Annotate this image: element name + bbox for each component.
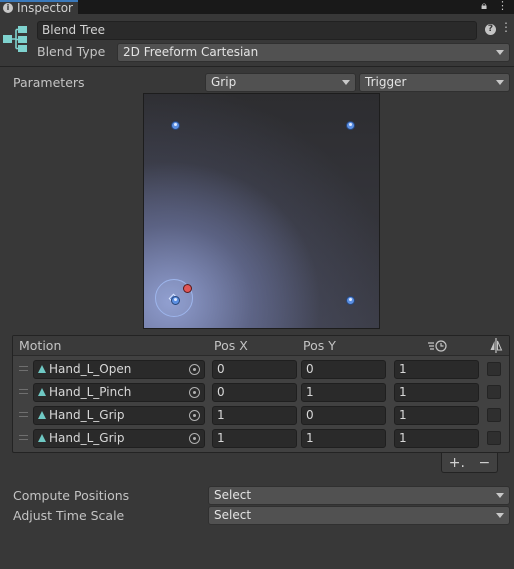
tab-tools: 🔒︎ ⋮ bbox=[481, 0, 508, 13]
parameter-y-value: Trigger bbox=[365, 75, 407, 89]
list-footer: +. − bbox=[441, 453, 498, 473]
blend-tree-name-field[interactable]: Blend Tree bbox=[37, 21, 477, 40]
blend-tree-icon bbox=[3, 26, 27, 52]
header-pos-y: Pos Y bbox=[303, 338, 336, 353]
pos-y-field[interactable]: 1 bbox=[301, 383, 386, 402]
motion-row[interactable]: Hand_L_Grip 1 0 1 bbox=[13, 404, 509, 427]
motion-row[interactable]: Hand_L_Pinch 0 1 1 bbox=[13, 381, 509, 404]
tab-inspector[interactable]: i Inspector bbox=[0, 0, 78, 14]
parameter-x-value: Grip bbox=[211, 75, 237, 89]
motion-field[interactable]: Hand_L_Pinch bbox=[33, 383, 205, 402]
active-sample-dot bbox=[183, 284, 192, 293]
tab-title: Inspector bbox=[17, 1, 73, 15]
parameter-y-dropdown[interactable]: Trigger bbox=[359, 73, 510, 92]
mirror-checkbox[interactable] bbox=[487, 431, 501, 445]
animation-clip-icon bbox=[38, 388, 46, 396]
object-picker-icon[interactable] bbox=[189, 433, 200, 444]
blend-graph[interactable] bbox=[143, 93, 380, 329]
parameter-x-dropdown[interactable]: Grip bbox=[205, 73, 356, 92]
adjust-time-scale-label: Adjust Time Scale bbox=[13, 508, 125, 523]
chevron-down-icon bbox=[496, 80, 504, 85]
adjust-time-scale-value: Select bbox=[214, 508, 252, 522]
drag-handle-icon[interactable] bbox=[19, 366, 28, 371]
divider bbox=[0, 66, 514, 67]
remove-motion-button[interactable]: − bbox=[478, 455, 490, 471]
motion-field[interactable]: Hand_L_Open bbox=[33, 360, 205, 379]
motion-row[interactable]: Hand_L_Grip 1 1 1 bbox=[13, 427, 509, 450]
drag-handle-icon[interactable] bbox=[19, 412, 28, 417]
time-scale-field[interactable]: 1 bbox=[394, 360, 479, 379]
pos-x-field[interactable]: 0 bbox=[212, 383, 297, 402]
motion-name: Hand_L_Pinch bbox=[49, 385, 132, 399]
motion-field[interactable]: Hand_L_Grip bbox=[33, 406, 205, 425]
header-motion: Motion bbox=[19, 338, 62, 353]
motion-point[interactable] bbox=[345, 120, 355, 130]
motion-name: Hand_L_Open bbox=[49, 362, 132, 376]
chevron-down-icon bbox=[496, 513, 504, 518]
motion-list: Motion Pos X Pos Y Hand_L_Open 0 0 1 Hand_L_… bbox=[12, 335, 510, 453]
time-scale-field[interactable]: 1 bbox=[394, 406, 479, 425]
motion-list-header: Motion Pos X Pos Y bbox=[13, 336, 509, 356]
pos-x-field[interactable]: 0 bbox=[212, 360, 297, 379]
chevron-down-icon bbox=[496, 50, 504, 55]
motion-row[interactable]: Hand_L_Open 0 0 1 bbox=[13, 358, 509, 381]
header-pos-x: Pos X bbox=[214, 338, 248, 353]
blend-type-dropdown[interactable]: 2D Freeform Cartesian bbox=[117, 43, 510, 62]
chevron-down-icon bbox=[496, 493, 504, 498]
pos-y-field[interactable]: 0 bbox=[301, 406, 386, 425]
drag-handle-icon[interactable] bbox=[19, 389, 28, 394]
mirror-checkbox[interactable] bbox=[487, 385, 501, 399]
drag-handle-icon[interactable] bbox=[19, 435, 28, 440]
time-scale-field[interactable]: 1 bbox=[394, 383, 479, 402]
mirror-checkbox[interactable] bbox=[487, 408, 501, 422]
motion-point[interactable] bbox=[170, 295, 180, 305]
animation-clip-icon bbox=[38, 434, 46, 442]
blend-type-label: Blend Type bbox=[37, 44, 106, 59]
pos-x-field[interactable]: 1 bbox=[212, 429, 297, 448]
motion-field[interactable]: Hand_L_Grip bbox=[33, 429, 205, 448]
mirror-icon bbox=[490, 338, 503, 353]
component-menu-icon[interactable]: ⋮ bbox=[500, 20, 512, 34]
parameters-label: Parameters bbox=[13, 75, 85, 90]
compute-positions-dropdown[interactable]: Select bbox=[208, 486, 510, 505]
mirror-checkbox[interactable] bbox=[487, 362, 501, 376]
motion-point[interactable] bbox=[345, 295, 355, 305]
motion-name: Hand_L_Grip bbox=[49, 408, 125, 422]
motion-name: Hand_L_Grip bbox=[49, 431, 125, 445]
time-scale-field[interactable]: 1 bbox=[394, 429, 479, 448]
object-picker-icon[interactable] bbox=[189, 410, 200, 421]
chevron-down-icon bbox=[342, 80, 350, 85]
object-picker-icon[interactable] bbox=[189, 387, 200, 398]
compute-positions-label: Compute Positions bbox=[13, 488, 130, 503]
info-icon: i bbox=[3, 3, 13, 13]
add-motion-button[interactable]: +. bbox=[449, 455, 465, 471]
object-picker-icon[interactable] bbox=[189, 364, 200, 375]
adjust-time-scale-dropdown[interactable]: Select bbox=[208, 506, 510, 525]
pos-y-field[interactable]: 1 bbox=[301, 429, 386, 448]
compute-positions-value: Select bbox=[214, 488, 252, 502]
pos-y-field[interactable]: 0 bbox=[301, 360, 386, 379]
lock-icon[interactable]: 🔒︎ bbox=[481, 0, 487, 13]
pos-x-field[interactable]: 1 bbox=[212, 406, 297, 425]
kebab-menu-icon[interactable]: ⋮ bbox=[497, 0, 508, 13]
blend-type-value: 2D Freeform Cartesian bbox=[123, 45, 259, 59]
animation-clip-icon bbox=[38, 365, 46, 373]
time-scale-icon bbox=[428, 340, 447, 352]
animation-clip-icon bbox=[38, 411, 46, 419]
help-icon[interactable]: ? bbox=[485, 24, 496, 35]
motion-point[interactable] bbox=[170, 120, 180, 130]
